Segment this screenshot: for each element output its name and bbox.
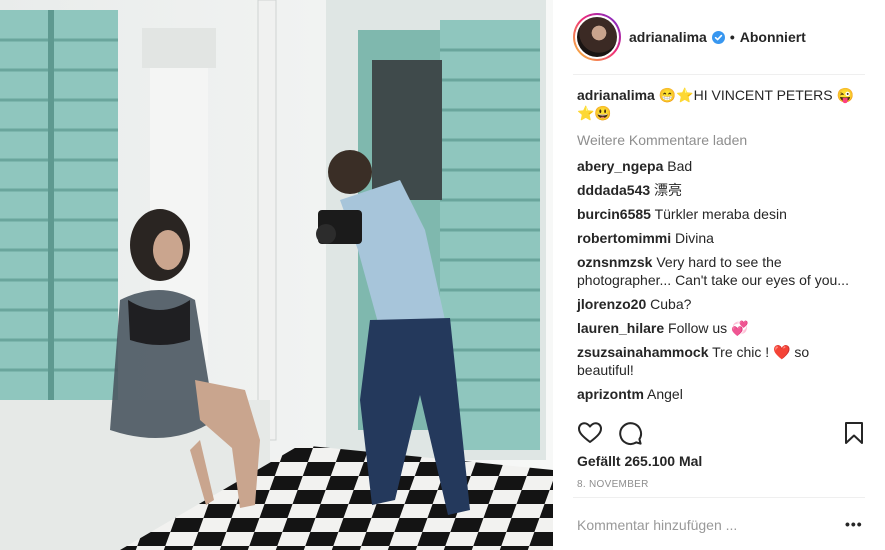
comment-username[interactable]: aprizontm [577,386,644,402]
comment-text: Follow us 💞 [668,320,749,336]
comment-text: Angel [647,386,683,402]
comment-item: lauren_hilare Follow us 💞 [577,319,867,337]
comment-username[interactable]: robertomimmi [577,230,671,246]
caption-emoji-after: 😜 [836,87,854,103]
comment-item: dddada543 漂亮 [577,181,867,199]
caption-emoji-line2: ⭐😃 [577,105,612,121]
likes-count[interactable]: Gefällt 265.100 Mal [577,453,702,469]
comment-item: abery_ngepa Bad [577,157,867,175]
post-caption: adrianalima 😁⭐HI VINCENT PETERS 😜 ⭐😃 [577,86,867,122]
comment-item: jlorenzo20 Cuba? [577,295,867,313]
comment-username[interactable]: dddada543 [577,182,650,198]
header-separator: • [729,29,735,45]
caption-username[interactable]: adrianalima [577,87,655,103]
comments-list: adrianalima 😁⭐HI VINCENT PETERS 😜 ⭐😃 Wei… [577,86,867,409]
comment-text: 漂亮 [654,182,683,198]
bookmark-icon[interactable] [841,420,867,446]
avatar[interactable] [573,13,621,61]
comment-text: Türkler meraba desin [654,206,787,222]
post-actions [577,420,865,446]
comment-item: robertomimmi Divina [577,229,867,247]
comment-bubble-icon[interactable] [617,420,643,446]
comment-item: oznsnmzsk Very hard to see the photograp… [577,253,867,289]
comment-item: zsuzsainahammock Tre chic ! ❤️ so beauti… [577,343,867,379]
avatar-image [577,17,617,57]
comment-item: burcin6585 Türkler meraba desin [577,205,867,223]
more-options-button[interactable]: ••• [845,516,863,534]
comment-username[interactable]: oznsnmzsk [577,254,652,270]
header-username[interactable]: adrianalima [629,29,707,45]
caption-text: HI VINCENT PETERS [693,87,833,103]
comment-username[interactable]: jlorenzo20 [577,296,646,312]
comment-username[interactable]: zsuzsainahammock [577,344,709,360]
footer-divider [573,497,865,498]
comment-username[interactable]: lauren_hilare [577,320,664,336]
comment-item: aprizontm Angel [577,385,867,403]
post-sidebar: adrianalima • Abonniert adrianalima 😁⭐HI… [553,0,885,550]
load-more-comments-link[interactable]: Weitere Kommentare laden [577,131,867,149]
caption-emoji-before: 😁⭐ [658,87,694,103]
comment-text: Divina [675,230,714,246]
follow-status-button[interactable]: Abonniert [740,29,806,45]
post-header: adrianalima • Abonniert [553,0,885,74]
header-divider [573,74,865,75]
post-photo[interactable] [0,0,553,550]
heart-icon[interactable] [577,420,603,446]
post-date: 8. NOVEMBER [577,479,649,490]
add-comment-input[interactable] [577,514,827,536]
comment-text: Cuba? [650,296,692,312]
comment-text: Bad [667,158,693,174]
comment-username[interactable]: burcin6585 [577,206,651,222]
comment-username[interactable]: abery_ngepa [577,158,663,174]
verified-badge-icon [711,30,725,44]
